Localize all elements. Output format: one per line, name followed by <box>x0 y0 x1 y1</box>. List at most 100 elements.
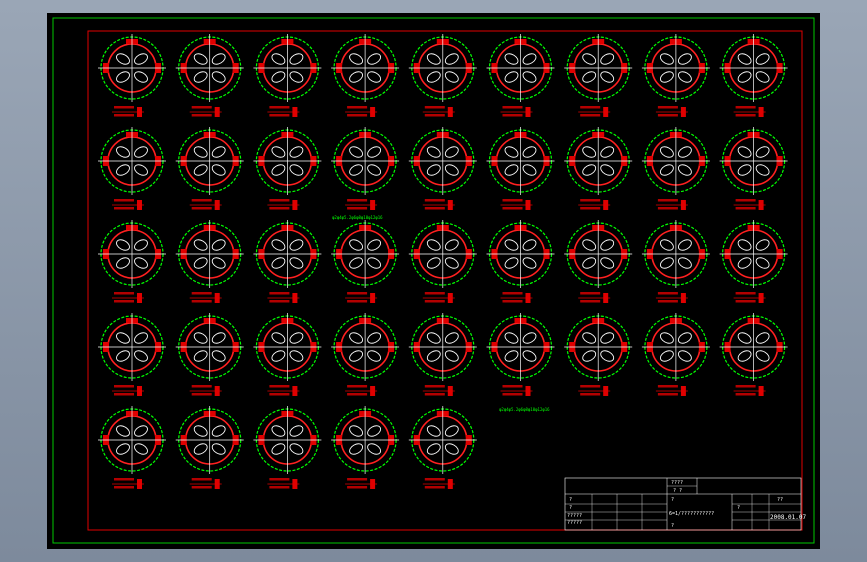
label-tab <box>603 386 609 396</box>
bolt-hole <box>367 443 382 455</box>
label-mark <box>502 292 523 295</box>
bolt-hole <box>367 350 382 362</box>
label-mark <box>114 486 134 489</box>
bolt-hole <box>677 239 692 251</box>
label-mark <box>269 486 290 489</box>
flange-part-40 <box>331 406 400 489</box>
label-mark <box>424 393 445 396</box>
bolt-hole <box>349 239 364 251</box>
label-tab <box>680 386 686 396</box>
flange-part-26 <box>641 220 710 303</box>
label-mark <box>424 486 445 489</box>
label-mark <box>580 300 601 303</box>
bolt-hole <box>737 350 752 362</box>
bolt-hole <box>444 425 459 437</box>
flange-part-31 <box>331 313 400 396</box>
bolt-hole <box>193 71 208 83</box>
title-row-6: ? <box>671 523 674 529</box>
label-mark <box>580 114 601 117</box>
bolt-hole <box>504 350 519 362</box>
label-mark <box>347 478 368 481</box>
title-row-1: ? <box>569 497 572 503</box>
label-mark <box>502 199 523 202</box>
label-tab <box>758 107 764 117</box>
title-heading: ???? <box>671 480 683 486</box>
bolt-hole <box>677 71 692 83</box>
bolt-hole <box>444 350 459 362</box>
bolt-hole <box>600 164 615 176</box>
label-tab <box>370 386 376 396</box>
title-sheet: ? <box>737 505 740 511</box>
label-mark <box>424 114 445 117</box>
flange-part-23 <box>408 220 477 303</box>
note-row4: φ2φ4φ5.2φ6φ8φ10φ12φ16 <box>332 215 383 220</box>
label-mark <box>114 114 134 117</box>
label-mark <box>114 300 134 303</box>
bolt-hole <box>367 332 382 344</box>
label-tab <box>525 293 531 303</box>
title-row-5: ? <box>671 497 674 503</box>
flange-part-8 <box>641 34 710 117</box>
label-tab <box>137 200 142 210</box>
flange-part-17 <box>641 127 710 210</box>
bolt-hole <box>426 164 441 176</box>
bolt-hole <box>677 146 692 158</box>
label-tab <box>603 293 609 303</box>
bolt-hole <box>116 425 130 437</box>
bolt-hole <box>504 239 519 251</box>
label-tab <box>603 107 609 117</box>
bolt-hole <box>134 332 148 344</box>
bolt-hole <box>755 146 770 158</box>
flange-part-9 <box>719 34 788 117</box>
bolt-hole <box>367 164 382 176</box>
label-mark <box>735 385 756 388</box>
label-mark <box>269 385 290 388</box>
bolt-hole <box>116 164 130 176</box>
label-mark <box>502 114 523 117</box>
bolt-hole <box>367 71 382 83</box>
flange-part-20 <box>175 220 244 303</box>
label-mark <box>191 207 212 210</box>
title-row-3: ????? <box>567 513 582 519</box>
label-tab <box>137 107 142 117</box>
flange-part-32 <box>408 313 477 396</box>
bolt-hole <box>582 257 597 269</box>
label-tab <box>370 293 376 303</box>
bolt-hole <box>134 350 148 362</box>
bolt-hole <box>522 257 537 269</box>
label-mark <box>502 106 523 109</box>
bolt-hole <box>211 146 226 158</box>
bolt-hole <box>211 164 226 176</box>
bolt-hole <box>193 164 208 176</box>
bolt-hole <box>134 425 148 437</box>
label-tab <box>137 386 142 396</box>
bolt-hole <box>349 443 364 455</box>
bolt-hole <box>600 53 615 65</box>
label-tab <box>758 386 764 396</box>
bolt-hole <box>444 332 459 344</box>
label-mark <box>580 207 601 210</box>
flange-part-16 <box>564 127 633 210</box>
flange-part-3 <box>253 34 322 117</box>
bolt-hole <box>134 443 148 455</box>
label-mark <box>657 292 678 295</box>
bolt-hole <box>426 257 441 269</box>
flange-part-7 <box>564 34 633 117</box>
bolt-hole <box>582 71 597 83</box>
bolt-hole <box>582 164 597 176</box>
flange-part-37 <box>98 406 166 489</box>
bolt-hole <box>504 257 519 269</box>
bolt-hole <box>193 350 208 362</box>
flange-part-19 <box>98 220 166 303</box>
label-mark <box>347 207 368 210</box>
flange-part-13 <box>331 127 400 210</box>
bolt-hole <box>582 239 597 251</box>
label-mark <box>347 106 368 109</box>
bolt-hole <box>755 71 770 83</box>
flange-part-30 <box>253 313 322 396</box>
bolt-hole <box>582 146 597 158</box>
bolt-hole <box>755 239 770 251</box>
bolt-hole <box>367 239 382 251</box>
title-block: ???? ? ? 6=1/??????????? ?? ? 2008.01.07… <box>564 477 807 531</box>
bolt-hole <box>755 164 770 176</box>
